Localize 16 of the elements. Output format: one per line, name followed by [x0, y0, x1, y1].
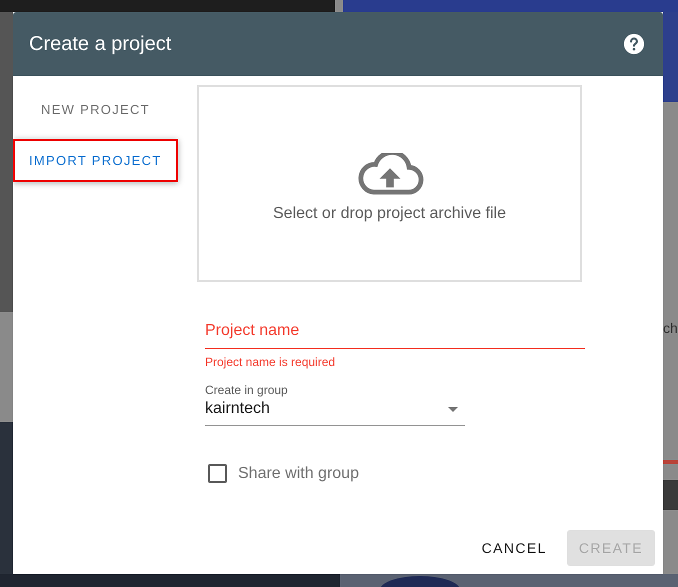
cancel-button[interactable]: CANCEL — [470, 530, 559, 566]
tab[interactable]: NEW PROJECT — [13, 88, 166, 131]
project-name-field[interactable]: Project name — [205, 318, 585, 349]
error-message: Project name is required — [205, 355, 336, 369]
background-text: ch — [663, 320, 678, 336]
cloud-upload-icon — [356, 152, 424, 194]
checkbox[interactable] — [208, 464, 227, 483]
drop-zone[interactable]: Select or drop project archive file — [197, 85, 582, 282]
dialog-title: Create a project — [29, 32, 172, 56]
caret-icon — [448, 406, 458, 412]
help-icon[interactable] — [623, 33, 645, 55]
field-label: Create in group — [205, 383, 288, 397]
checkbox-label: Share with group — [238, 464, 359, 482]
tab[interactable]: IMPORT PROJECT — [13, 139, 178, 182]
drop-hint: Select or drop project archive file — [273, 204, 506, 222]
group-select[interactable]: kairntech — [205, 400, 465, 426]
